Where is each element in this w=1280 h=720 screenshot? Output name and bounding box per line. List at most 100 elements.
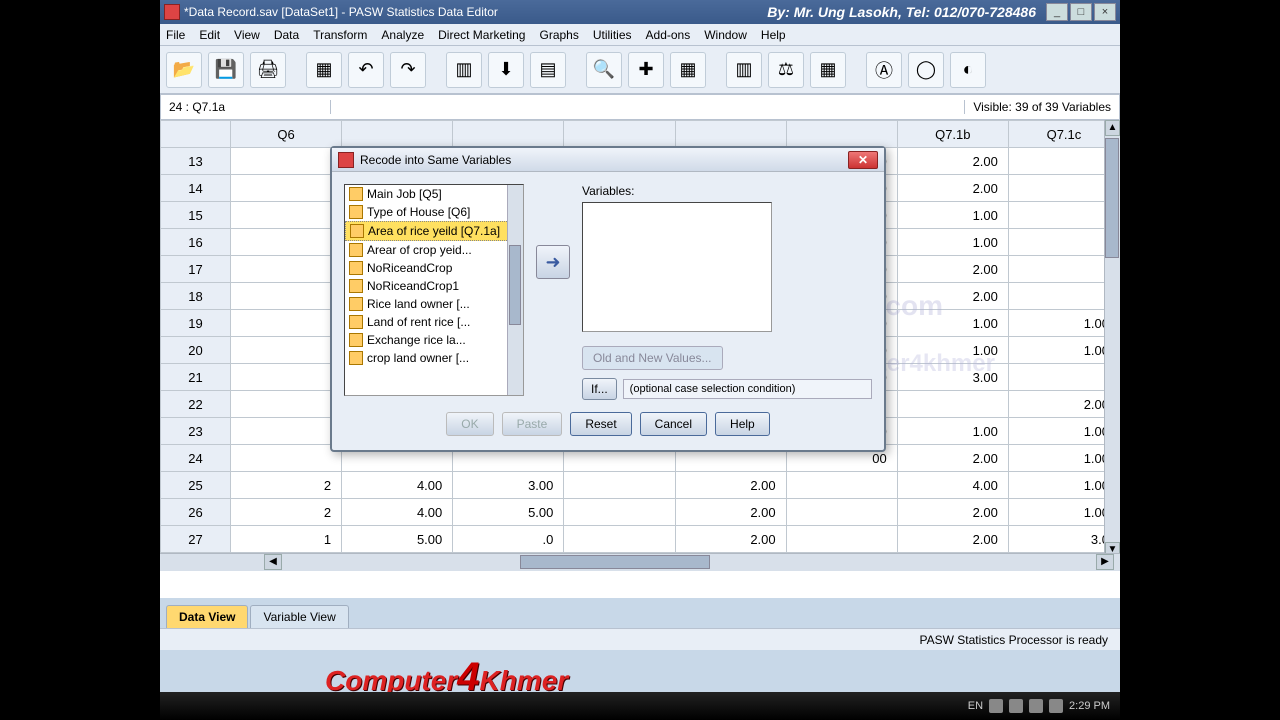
reset-button[interactable]: Reset — [570, 412, 631, 436]
variable-icon — [349, 243, 363, 257]
title-byline: By: Mr. Ung Lasokh, Tel: 012/070-728486 — [767, 4, 1036, 20]
toolbar: 📂 💾 🖨 ▦ ↶ ↷ ▥ ⬇ ▤ 🔍 ✚ ▦ ▥ ⚖ ▦ Ⓐ ◯ ◐ — [160, 46, 1120, 94]
tray-icon[interactable] — [989, 699, 1003, 713]
list-item[interactable]: Land of rent rice [... — [345, 313, 523, 331]
cell-reference: 24 : Q7.1a — [161, 100, 331, 114]
scroll-right-icon[interactable]: ▶ — [1096, 554, 1114, 570]
print-icon[interactable]: 🖨 — [250, 52, 286, 88]
save-icon[interactable]: 💾 — [208, 52, 244, 88]
menu-edit[interactable]: Edit — [199, 28, 220, 42]
ok-button[interactable]: OK — [446, 412, 493, 436]
variables-label: Variables: — [582, 184, 872, 198]
weight-cases-icon[interactable]: ⚖ — [768, 52, 804, 88]
tab-variable-view[interactable]: Variable View — [250, 605, 348, 628]
menu-graphs[interactable]: Graphs — [539, 28, 578, 42]
menu-direct-marketing[interactable]: Direct Marketing — [438, 28, 525, 42]
menu-window[interactable]: Window — [704, 28, 747, 42]
scroll-left-icon[interactable]: ◀ — [264, 554, 282, 570]
insert-variable-icon[interactable]: ▦ — [670, 52, 706, 88]
variable-icon — [349, 279, 363, 293]
show-all-icon[interactable]: ◐ — [950, 52, 986, 88]
close-button[interactable]: × — [1094, 3, 1116, 21]
move-right-button[interactable]: ➜ — [536, 245, 570, 279]
system-tray[interactable]: EN 2:29 PM — [968, 699, 1110, 713]
clock[interactable]: 2:29 PM — [1069, 700, 1110, 712]
target-variable-list[interactable] — [582, 202, 772, 332]
horizontal-scroll-thumb[interactable] — [520, 555, 710, 569]
menu-utilities[interactable]: Utilities — [593, 28, 632, 42]
vertical-scroll-thumb[interactable] — [1105, 138, 1119, 258]
dialog-icon — [338, 152, 354, 168]
status-text: PASW Statistics Processor is ready — [920, 633, 1109, 647]
find-icon[interactable]: 🔍 — [586, 52, 622, 88]
menubar: File Edit View Data Transform Analyze Di… — [160, 24, 1120, 46]
menu-data[interactable]: Data — [274, 28, 299, 42]
visible-variables: Visible: 39 of 39 Variables — [964, 100, 1119, 114]
taskbar: EN 2:29 PM — [160, 692, 1120, 720]
redo-icon[interactable]: ↷ — [390, 52, 426, 88]
split-file-icon[interactable]: ▥ — [726, 52, 762, 88]
window-title: *Data Record.sav [DataSet1] - PASW Stati… — [184, 5, 767, 19]
insert-cases-icon[interactable]: ✚ — [628, 52, 664, 88]
statusbar: PASW Statistics Processor is ready — [160, 628, 1120, 650]
volume-icon[interactable] — [1029, 699, 1043, 713]
use-sets-icon[interactable]: ◯ — [908, 52, 944, 88]
tray-icon[interactable] — [1009, 699, 1023, 713]
maximize-button[interactable]: □ — [1070, 3, 1092, 21]
list-item[interactable]: Area of rice yeild [Q7.1a] — [345, 221, 523, 241]
open-icon[interactable]: 📂 — [166, 52, 202, 88]
scroll-up-icon[interactable]: ▲ — [1105, 120, 1120, 136]
recode-dialog: Recode into Same Variables ✕ Main Job [Q… — [330, 146, 886, 452]
list-scrollbar[interactable] — [507, 185, 523, 395]
list-item[interactable]: Main Job [Q5] — [345, 185, 523, 203]
help-button[interactable]: Help — [715, 412, 770, 436]
list-item[interactable]: NoRiceandCrop1 — [345, 277, 523, 295]
view-tabs: Data View Variable View — [160, 598, 1120, 628]
cancel-button[interactable]: Cancel — [640, 412, 707, 436]
menu-file[interactable]: File — [166, 28, 185, 42]
variable-icon — [349, 351, 363, 365]
menu-transform[interactable]: Transform — [313, 28, 367, 42]
variable-icon — [349, 315, 363, 329]
paste-button[interactable]: Paste — [502, 412, 563, 436]
menu-addons[interactable]: Add-ons — [646, 28, 691, 42]
menu-view[interactable]: View — [234, 28, 260, 42]
variable-icon — [349, 333, 363, 347]
variable-icon — [349, 205, 363, 219]
variable-icon — [350, 224, 364, 238]
value-labels-icon[interactable]: Ⓐ — [866, 52, 902, 88]
network-icon[interactable] — [1049, 699, 1063, 713]
horizontal-scrollbar[interactable]: ◀ ▶ — [160, 553, 1120, 571]
infobar: 24 : Q7.1a Visible: 39 of 39 Variables — [160, 94, 1120, 120]
titlebar: *Data Record.sav [DataSet1] - PASW Stati… — [160, 0, 1120, 24]
dialog-title: Recode into Same Variables — [360, 153, 848, 167]
goto-case-icon[interactable]: ▥ — [446, 52, 482, 88]
menu-help[interactable]: Help — [761, 28, 786, 42]
recall-dialog-icon[interactable]: ▦ — [306, 52, 342, 88]
dialog-close-button[interactable]: ✕ — [848, 151, 878, 169]
if-condition-label: (optional case selection condition) — [623, 379, 872, 399]
list-item[interactable]: NoRiceandCrop — [345, 259, 523, 277]
old-new-values-button[interactable]: Old and New Values... — [582, 346, 723, 370]
if-button[interactable]: If... — [582, 378, 617, 400]
minimize-button[interactable]: _ — [1046, 3, 1068, 21]
list-scroll-thumb[interactable] — [509, 245, 521, 325]
variable-icon — [349, 297, 363, 311]
vertical-scrollbar[interactable]: ▲ ▼ — [1104, 120, 1120, 558]
dialog-titlebar: Recode into Same Variables ✕ — [332, 148, 884, 172]
variable-icon — [349, 261, 363, 275]
undo-icon[interactable]: ↶ — [348, 52, 384, 88]
language-indicator[interactable]: EN — [968, 700, 983, 712]
list-item[interactable]: Exchange rice la... — [345, 331, 523, 349]
list-item[interactable]: crop land owner [... — [345, 349, 523, 367]
goto-variable-icon[interactable]: ⬇ — [488, 52, 524, 88]
source-variable-list[interactable]: Main Job [Q5]Type of House [Q6]Area of r… — [344, 184, 524, 396]
list-item[interactable]: Rice land owner [... — [345, 295, 523, 313]
menu-analyze[interactable]: Analyze — [381, 28, 424, 42]
select-cases-icon[interactable]: ▦ — [810, 52, 846, 88]
tab-data-view[interactable]: Data View — [166, 605, 248, 628]
variables-icon[interactable]: ▤ — [530, 52, 566, 88]
list-item[interactable]: Arear of crop yeid... — [345, 241, 523, 259]
list-item[interactable]: Type of House [Q6] — [345, 203, 523, 221]
dialog-buttons: OK Paste Reset Cancel Help — [332, 412, 884, 450]
